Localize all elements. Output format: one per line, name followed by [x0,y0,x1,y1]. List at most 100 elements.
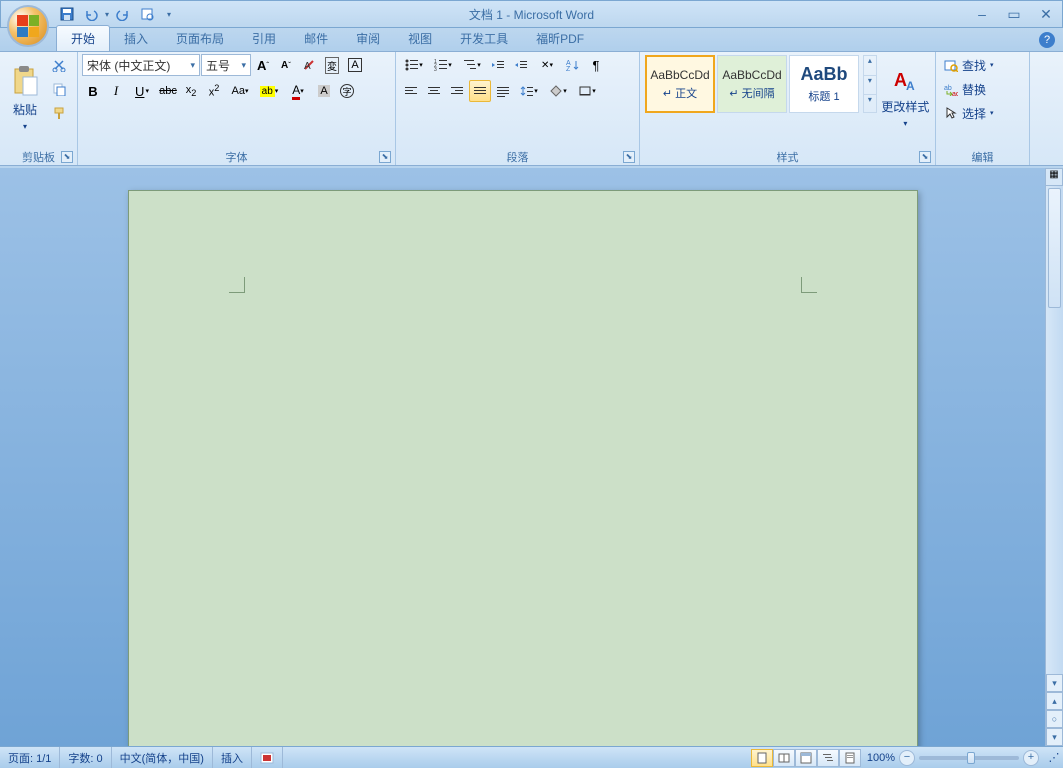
save-button[interactable] [57,4,77,24]
view-web-layout[interactable] [795,749,817,767]
tab-review[interactable]: 审阅 [342,26,394,51]
zoom-in[interactable]: + [1023,750,1039,766]
zoom-slider[interactable] [919,756,1019,760]
char-shading-button[interactable]: A [313,80,335,102]
vertical-scrollbar[interactable]: ▴ ▾ ▴ ○ ▾ [1045,168,1063,746]
bold-button[interactable]: B [82,80,104,102]
italic-button[interactable]: I [105,80,127,102]
status-page[interactable]: 页面: 1/1 [0,747,60,768]
view-full-reading[interactable] [773,749,795,767]
minimize-button[interactable]: – [970,5,994,23]
font-color-button[interactable]: A▾ [284,80,312,102]
replace-button[interactable]: abac 替换 [940,78,990,100]
zoom-out[interactable]: − [899,750,915,766]
tab-foxit-pdf[interactable]: 福昕PDF [522,26,598,51]
font-family-combo[interactable]: 宋体 (中文正文)▾ [82,54,200,76]
style-scroll-up[interactable]: ▴ [864,56,876,73]
browse-object[interactable]: ○ [1046,710,1063,728]
change-styles-icon: AA [892,68,918,94]
zoom-slider-thumb[interactable] [967,752,975,764]
bullets-button[interactable]: ▾ [400,54,428,76]
style-no-spacing[interactable]: AaBbCcDd ↵ 无间隔 [717,55,787,113]
justify-button[interactable] [469,80,491,102]
enclose-char-button[interactable]: 字 [336,80,358,102]
status-language[interactable]: 中文(简体，中国) [112,747,213,768]
select-button[interactable]: 选择▾ [940,102,998,124]
zoom-level[interactable]: 100% [867,752,895,764]
sort-button[interactable]: AZ [562,54,584,76]
resize-grip[interactable]: ⋰ [1045,751,1063,764]
close-button[interactable]: ✕ [1034,5,1058,23]
tab-home[interactable]: 开始 [56,25,110,51]
increase-indent-button[interactable] [510,54,532,76]
tab-page-layout[interactable]: 页面布局 [162,26,238,51]
shrink-font-button[interactable]: Aˇ [275,54,297,76]
find-button[interactable]: 查找▾ [940,54,998,76]
style-gallery-more[interactable]: ▾ [864,94,876,112]
tab-references[interactable]: 引用 [238,26,290,51]
format-painter-button[interactable] [48,102,70,124]
grow-font-button[interactable]: Aˆ [252,54,274,76]
redo-button[interactable] [113,4,133,24]
scroll-thumb[interactable] [1048,188,1061,308]
help-button[interactable]: ? [1039,32,1055,48]
scroll-down[interactable]: ▾ [1046,674,1063,692]
font-size-combo[interactable]: 五号▾ [201,54,251,76]
style-scroll-down[interactable]: ▾ [864,75,876,93]
prev-page[interactable]: ▴ [1046,692,1063,710]
view-outline[interactable] [817,749,839,767]
print-preview-button[interactable] [137,4,157,24]
decrease-indent-button[interactable] [487,54,509,76]
view-draft[interactable] [839,749,861,767]
subscript-button[interactable]: x2 [180,80,202,102]
font-launcher[interactable]: ⬊ [379,151,391,163]
cut-button[interactable] [48,54,70,76]
ribbon: 粘贴 ▾ 剪贴板 ⬊ 宋体 (中文正文)▾ 五号▾ Aˆ Aˇ A 変 A [0,52,1063,166]
view-print-layout[interactable] [751,749,773,767]
office-button[interactable] [7,5,49,47]
numbering-button[interactable]: 123▾ [429,54,457,76]
char-border-button[interactable]: A [344,54,366,76]
change-styles-button[interactable]: AA 更改样式 ▾ [880,54,931,142]
document-scroll[interactable] [0,168,1045,746]
tab-view[interactable]: 视图 [394,26,446,51]
shading-button[interactable]: ▾ [544,80,572,102]
paste-button[interactable]: 粘贴 ▾ [4,54,46,142]
multilevel-button[interactable]: ▾ [458,54,486,76]
margin-corner-tr [801,277,817,293]
underline-button[interactable]: U▾ [128,80,156,102]
maximize-button[interactable]: ▭ [1002,5,1026,23]
clipboard-launcher[interactable]: ⬊ [61,151,73,163]
change-case-button[interactable]: Aa▾ [226,80,254,102]
align-center-button[interactable] [423,80,445,102]
svg-text:A: A [304,61,311,72]
styles-launcher[interactable]: ⬊ [919,151,931,163]
ruler-toggle[interactable]: ▦ [1045,168,1063,186]
asian-layout-button[interactable]: ✕▾ [533,54,561,76]
status-macro[interactable] [252,747,283,768]
phonetic-guide-button[interactable]: 変 [321,54,343,76]
align-right-button[interactable] [446,80,468,102]
borders-button[interactable]: ▾ [573,80,601,102]
highlight-button[interactable]: ab▾ [255,80,283,102]
clear-format-button[interactable]: A [298,54,320,76]
strike-button[interactable]: abc [157,80,179,102]
distribute-button[interactable] [492,80,514,102]
next-page[interactable]: ▾ [1046,728,1063,746]
status-insert-mode[interactable]: 插入 [213,747,252,768]
tab-insert[interactable]: 插入 [110,26,162,51]
align-left-button[interactable] [400,80,422,102]
style-heading1[interactable]: AaBb 标题 1 [789,55,859,113]
copy-button[interactable] [48,78,70,100]
status-words[interactable]: 字数: 0 [60,747,111,768]
superscript-button[interactable]: x2 [203,80,225,102]
style-normal[interactable]: AaBbCcDd ↵ 正文 [645,55,715,113]
tab-mailings[interactable]: 邮件 [290,26,342,51]
show-marks-button[interactable]: ¶ [585,54,607,76]
window-title: 文档 1 - Microsoft Word [469,6,594,23]
undo-button[interactable] [81,4,101,24]
tab-developer[interactable]: 开发工具 [446,26,522,51]
paragraph-launcher[interactable]: ⬊ [623,151,635,163]
page[interactable] [128,190,918,746]
line-spacing-button[interactable]: ▾ [515,80,543,102]
